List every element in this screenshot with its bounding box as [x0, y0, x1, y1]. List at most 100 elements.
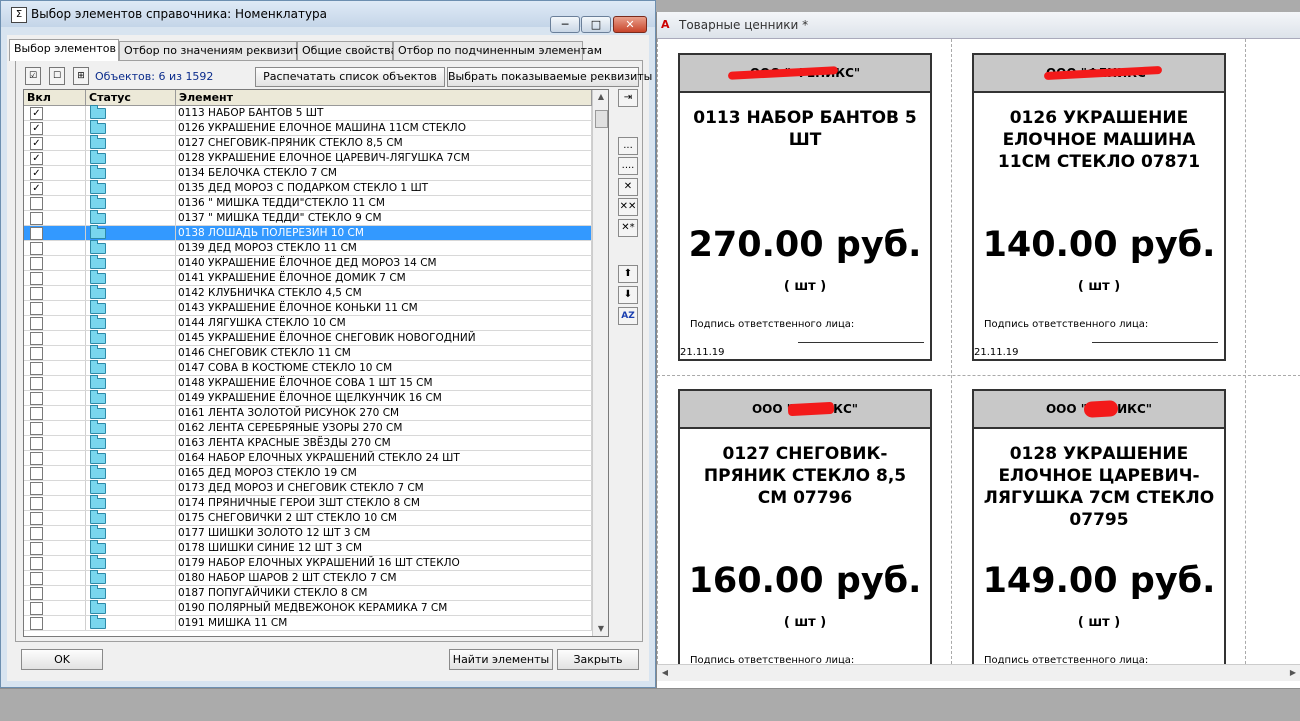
invert-check-icon[interactable]: ⊞ — [73, 67, 89, 85]
table-row[interactable]: 0174 ПРЯНИЧНЫЕ ГЕРОИ 3ШТ СТЕКЛО 8 СМ — [24, 495, 592, 511]
checkbox[interactable]: ✓ — [30, 182, 43, 195]
price-tag[interactable]: ООО "ФЕНИКС" 0128 УКРАШЕНИЕ ЕЛОЧНОЕ ЦАРЕ… — [972, 389, 1226, 664]
price-tag[interactable]: ООО " ФЕНИКС" 0113 НАБОР БАНТОВ 5 ШТ 270… — [678, 53, 932, 361]
row-checkbox-cell[interactable] — [24, 271, 86, 285]
clear-special-icon[interactable]: ✕* — [618, 219, 638, 237]
row-checkbox-cell[interactable] — [24, 241, 86, 255]
row-checkbox-cell[interactable] — [24, 601, 86, 615]
scroll-down-arrow-icon[interactable]: ▼ — [593, 622, 608, 636]
row-element-cell[interactable]: 0191 МИШКА 11 СМ — [176, 616, 592, 630]
table-row[interactable]: 0180 НАБОР ШАРОВ 2 ШТ СТЕКЛО 7 СМ — [24, 570, 592, 586]
table-row[interactable]: 0164 НАБОР ЕЛОЧНЫХ УКРАШЕНИЙ СТЕКЛО 24 Ш… — [24, 450, 592, 466]
row-checkbox-cell[interactable] — [24, 541, 86, 555]
row-element-cell[interactable]: 0137 " МИШКА ТЕДДИ" СТЕКЛО 9 СМ — [176, 211, 592, 225]
table-row[interactable]: 0144 ЛЯГУШКА СТЕКЛО 10 СМ — [24, 315, 592, 331]
scroll-left-arrow-icon[interactable]: ◀ — [657, 665, 673, 681]
checkbox[interactable] — [30, 587, 43, 600]
row-checkbox-cell[interactable] — [24, 301, 86, 315]
table-row[interactable]: ✓ 0126 УКРАШЕНИЕ ЕЛОЧНОЕ МАШИНА 11СМ СТЕК… — [24, 120, 592, 136]
row-element-cell[interactable]: 0174 ПРЯНИЧНЫЕ ГЕРОИ 3ШТ СТЕКЛО 8 СМ — [176, 496, 592, 510]
checkbox[interactable] — [30, 347, 43, 360]
checkbox[interactable] — [30, 572, 43, 585]
row-checkbox-cell[interactable]: ✓ — [24, 106, 86, 120]
checkbox[interactable] — [30, 392, 43, 405]
row-checkbox-cell[interactable] — [24, 226, 86, 240]
row-element-cell[interactable]: 0148 УКРАШЕНИЕ ЁЛОЧНОЕ СОВА 1 ШТ 15 СМ — [176, 376, 592, 390]
row-element-cell[interactable]: 0173 ДЕД МОРОЗ И СНЕГОВИК СТЕКЛО 7 СМ — [176, 481, 592, 495]
checkbox[interactable] — [30, 617, 43, 630]
table-row[interactable]: 0140 УКРАШЕНИЕ ЁЛОЧНОЕ ДЕД МОРОЗ 14 СМ — [24, 255, 592, 271]
row-checkbox-cell[interactable] — [24, 616, 86, 630]
choose-fields-button[interactable]: Выбрать показываемые реквизиты — [447, 67, 652, 87]
row-element-cell[interactable]: 0145 УКРАШЕНИЕ ЁЛОЧНОЕ СНЕГОВИК НОВОГОДН… — [176, 331, 592, 345]
row-element-cell[interactable]: 0178 ШИШКИ СИНИЕ 12 ШТ 3 СМ — [176, 541, 592, 555]
row-element-cell[interactable]: 0163 ЛЕНТА КРАСНЫЕ ЗВЁЗДЫ 270 СМ — [176, 436, 592, 450]
clear-all-icon[interactable]: ✕✕ — [618, 198, 638, 216]
row-element-cell[interactable]: 0126 УКРАШЕНИЕ ЕЛОЧНОЕ МАШИНА 11СМ СТЕКЛ… — [176, 121, 592, 135]
row-element-cell[interactable]: 0134 БЕЛОЧКА СТЕКЛО 7 СМ — [176, 166, 592, 180]
row-checkbox-cell[interactable] — [24, 466, 86, 480]
table-row[interactable]: 0173 ДЕД МОРОЗ И СНЕГОВИК СТЕКЛО 7 СМ — [24, 480, 592, 496]
checkbox[interactable] — [30, 542, 43, 555]
price-tags-title-bar[interactable]: A Товарные ценники * — [657, 12, 1300, 39]
row-checkbox-cell[interactable]: ✓ — [24, 151, 86, 165]
uncheck-all-icon[interactable]: ☐ — [49, 67, 65, 85]
checkbox[interactable] — [30, 437, 43, 450]
print-list-button[interactable]: Распечатать список объектов — [255, 67, 445, 87]
row-element-cell[interactable]: 0135 ДЕД МОРОЗ С ПОДАРКОМ СТЕКЛО 1 ШТ — [176, 181, 592, 195]
column-header-status[interactable]: Статус — [86, 90, 176, 105]
checkbox[interactable] — [30, 527, 43, 540]
price-tags-horizontal-scrollbar[interactable]: ◀ ▶ — [657, 664, 1300, 681]
row-checkbox-cell[interactable] — [24, 346, 86, 360]
move-up-icon[interactable]: ⬆ — [618, 265, 638, 283]
table-row[interactable]: 0137 " МИШКА ТЕДДИ" СТЕКЛО 9 СМ — [24, 210, 592, 226]
row-element-cell[interactable]: 0146 СНЕГОВИК СТЕКЛО 11 СМ — [176, 346, 592, 360]
table-row[interactable]: ✓ 0127 СНЕГОВИК-ПРЯНИК СТЕКЛО 8,5 СМ — [24, 135, 592, 151]
row-element-cell[interactable]: 0140 УКРАШЕНИЕ ЁЛОЧНОЕ ДЕД МОРОЗ 14 СМ — [176, 256, 592, 270]
checkbox[interactable] — [30, 377, 43, 390]
row-checkbox-cell[interactable] — [24, 571, 86, 585]
scroll-thumb[interactable] — [595, 110, 608, 128]
table-row[interactable]: 0190 ПОЛЯРНЫЙ МЕДВЕЖОНОК КЕРАМИКА 7 СМ — [24, 600, 592, 616]
table-row[interactable]: 0147 СОВА В КОСТЮМЕ СТЕКЛО 10 СМ — [24, 360, 592, 376]
row-checkbox-cell[interactable] — [24, 556, 86, 570]
row-checkbox-cell[interactable] — [24, 421, 86, 435]
table-row[interactable]: 0163 ЛЕНТА КРАСНЫЕ ЗВЁЗДЫ 270 СМ — [24, 435, 592, 451]
row-checkbox-cell[interactable] — [24, 481, 86, 495]
checkbox[interactable] — [30, 257, 43, 270]
table-row[interactable]: ✓ 0113 НАБОР БАНТОВ 5 ШТ — [24, 105, 592, 121]
row-element-cell[interactable]: 0144 ЛЯГУШКА СТЕКЛО 10 СМ — [176, 316, 592, 330]
row-checkbox-cell[interactable] — [24, 436, 86, 450]
table-vertical-scrollbar[interactable]: ▲ ▼ — [592, 90, 608, 636]
side-button-ellipsis-2[interactable]: .... — [618, 157, 638, 175]
checkbox[interactable] — [30, 452, 43, 465]
table-row[interactable]: 0139 ДЕД МОРОЗ СТЕКЛО 11 СМ — [24, 240, 592, 256]
row-checkbox-cell[interactable] — [24, 586, 86, 600]
checkbox[interactable] — [30, 242, 43, 255]
move-down-icon[interactable]: ⬇ — [618, 286, 638, 304]
checkbox[interactable] — [30, 212, 43, 225]
checkbox[interactable] — [30, 197, 43, 210]
checkbox[interactable]: ✓ — [30, 152, 43, 165]
table-row[interactable]: 0162 ЛЕНТА СЕРЕБРЯНЫЕ УЗОРЫ 270 СМ — [24, 420, 592, 436]
close-button[interactable]: Закрыть — [557, 649, 639, 670]
row-checkbox-cell[interactable]: ✓ — [24, 166, 86, 180]
row-checkbox-cell[interactable] — [24, 211, 86, 225]
row-checkbox-cell[interactable]: ✓ — [24, 136, 86, 150]
checkbox[interactable] — [30, 362, 43, 375]
tab-filter-by-values[interactable]: Отбор по значениям реквизитов — [119, 41, 313, 61]
row-checkbox-cell[interactable]: ✓ — [24, 121, 86, 135]
table-row[interactable]: 0178 ШИШКИ СИНИЕ 12 ШТ 3 СМ — [24, 540, 592, 556]
checkbox[interactable]: ✓ — [30, 167, 43, 180]
row-checkbox-cell[interactable] — [24, 526, 86, 540]
checkbox[interactable] — [30, 497, 43, 510]
checkbox[interactable] — [30, 317, 43, 330]
side-button-ellipsis[interactable]: ... — [618, 137, 638, 155]
row-element-cell[interactable]: 0177 ШИШКИ ЗОЛОТО 12 ШТ 3 СМ — [176, 526, 592, 540]
row-element-cell[interactable]: 0180 НАБОР ШАРОВ 2 ШТ СТЕКЛО 7 СМ — [176, 571, 592, 585]
table-row[interactable]: 0143 УКРАШЕНИЕ ЁЛОЧНОЕ КОНЬКИ 11 СМ — [24, 300, 592, 316]
table-row[interactable]: 0165 ДЕД МОРОЗ СТЕКЛО 19 СМ — [24, 465, 592, 481]
checkbox[interactable] — [30, 407, 43, 420]
table-row[interactable]: 0149 УКРАШЕНИЕ ЁЛОЧНОЕ ЩЕЛКУНЧИК 16 СМ — [24, 390, 592, 406]
row-checkbox-cell[interactable] — [24, 286, 86, 300]
